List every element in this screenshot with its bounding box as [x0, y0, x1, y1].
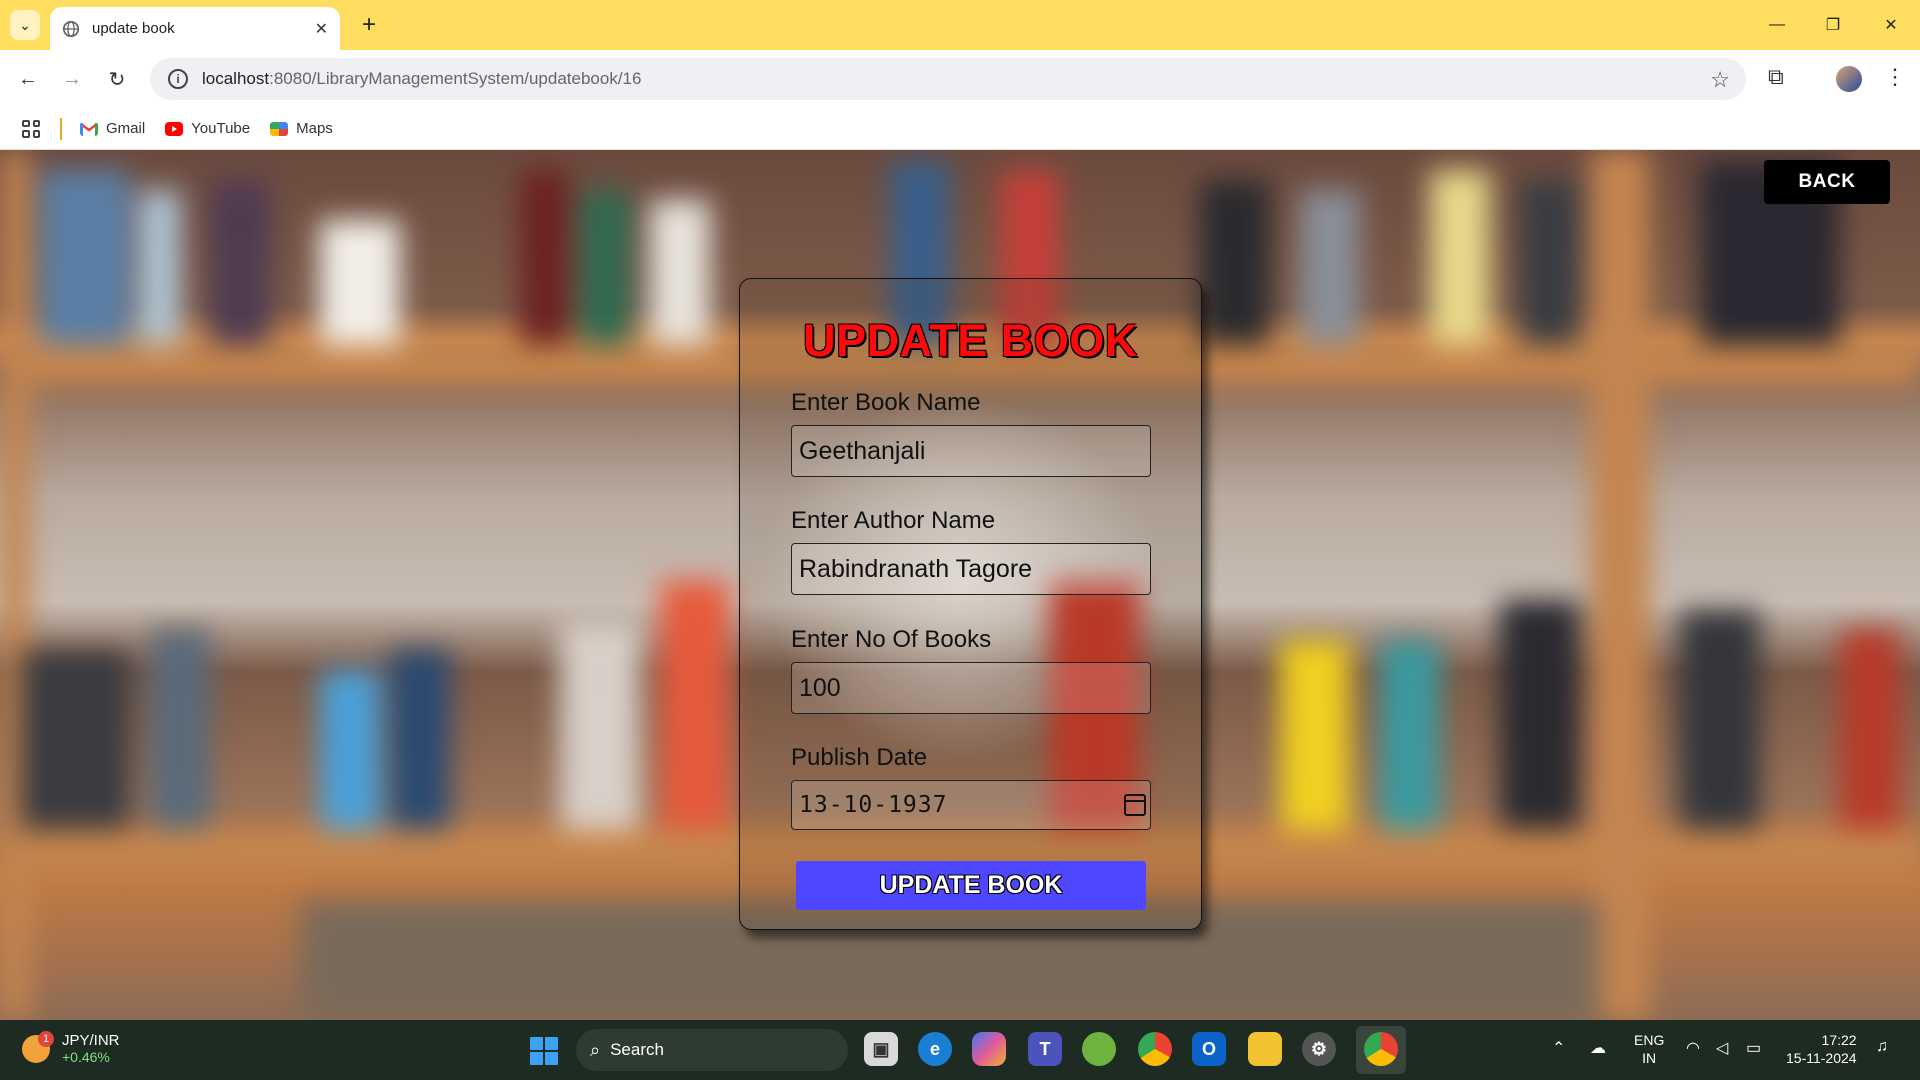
edge-icon[interactable]: e	[918, 1032, 952, 1066]
no-of-books-label: Enter No Of Books	[791, 626, 992, 653]
volume-icon[interactable]: ◁	[1716, 1038, 1728, 1058]
bookmarks-divider	[60, 117, 62, 140]
ticker-widget[interactable]: 1 JPY/INR +0.46%	[22, 1030, 120, 1065]
spring-tool-icon[interactable]	[1082, 1032, 1116, 1066]
update-book-form: UPDATE BOOK Enter Book Name Geethanjali …	[739, 278, 1202, 930]
windows-start-icon[interactable]	[530, 1037, 558, 1065]
task-view-icon[interactable]: ▣	[864, 1032, 898, 1066]
clock-time: 17:22	[1821, 1032, 1857, 1048]
author-name-input[interactable]: Rabindranath Tagore	[791, 543, 1151, 595]
gmail-icon	[80, 121, 98, 136]
browser-menu-icon[interactable]: ⋮	[1884, 64, 1906, 90]
notification-bell-icon[interactable]: ♫	[1876, 1038, 1888, 1056]
bookmark-youtube[interactable]: YouTube	[165, 120, 250, 137]
browser-toolbar: ← → ↻ i localhost:8080/LibraryManagement…	[0, 50, 1920, 108]
no-of-books-input[interactable]: 100	[791, 662, 1151, 714]
publish-date-label: Publish Date	[791, 744, 928, 771]
update-book-button[interactable]: UPDATE BOOK	[796, 861, 1146, 910]
teams-icon[interactable]: T	[1028, 1032, 1062, 1066]
maps-icon	[270, 121, 289, 136]
publish-date-input[interactable]: 13-10-1937	[791, 780, 1151, 830]
show-hidden-icons-icon[interactable]: ⌃	[1552, 1038, 1565, 1058]
taskbar-search[interactable]: ⌕ Search	[576, 1029, 848, 1071]
windows-taskbar: 1 JPY/INR +0.46% ⌕ Search ▣ e T O ⚙ ⌃ ☁ …	[0, 1020, 1920, 1080]
notification-badge: 1	[38, 1030, 54, 1047]
back-arrow-icon[interactable]: ←	[13, 64, 43, 94]
outlook-icon[interactable]: O	[1192, 1032, 1226, 1066]
bookmark-label: YouTube	[191, 120, 251, 137]
new-tab-button[interactable]: +	[354, 10, 384, 40]
page-viewport: BACK UPDATE BOOK Enter Book Name Geethan…	[0, 150, 1920, 1020]
youtube-icon	[165, 121, 184, 136]
settings-gear-icon[interactable]: ⚙	[1302, 1032, 1336, 1066]
url-path: :8080/LibraryManagementSystem/updatebook…	[269, 69, 642, 88]
globe-icon	[62, 20, 80, 37]
page-title: UPDATE BOOK	[803, 315, 1138, 366]
wifi-icon[interactable]: ◠	[1686, 1038, 1700, 1058]
ticker-change: +0.46%	[62, 1049, 110, 1065]
search-label: Search	[610, 1040, 664, 1059]
bookmark-label: Gmail	[106, 120, 146, 137]
apps-grid-icon[interactable]	[22, 119, 40, 138]
ticker-name: JPY/INR	[62, 1032, 120, 1049]
copilot-icon[interactable]	[972, 1032, 1006, 1066]
chrome-icon[interactable]	[1138, 1032, 1172, 1066]
extensions-icon[interactable]: ⧉	[1768, 64, 1784, 90]
browser-tab-active[interactable]: update book ✕	[50, 7, 340, 50]
book-name-input[interactable]: Geethanjali	[791, 425, 1151, 477]
forward-arrow-icon[interactable]: →	[57, 64, 87, 94]
language-indicator[interactable]: ENG IN	[1634, 1031, 1664, 1067]
bookmark-maps[interactable]: Maps	[270, 120, 333, 137]
reload-icon[interactable]: ↻	[102, 64, 132, 94]
system-clock[interactable]: 17:22 15-11-2024	[1786, 1031, 1857, 1067]
bookmark-label: Maps	[296, 120, 333, 137]
minimize-button[interactable]: —	[1750, 0, 1804, 50]
lang-bottom: IN	[1642, 1050, 1657, 1066]
bookmarks-bar: Gmail YouTube Maps	[0, 108, 1920, 150]
bookmark-gmail[interactable]: Gmail	[80, 120, 145, 137]
book-name-label: Enter Book Name	[791, 389, 981, 416]
profile-avatar[interactable]	[1836, 66, 1862, 92]
lang-top: ENG	[1634, 1032, 1665, 1048]
ticker-icon: 1	[22, 1030, 54, 1063]
calendar-icon[interactable]	[1124, 794, 1146, 816]
restore-button[interactable]: ❐	[1806, 0, 1860, 50]
chrome-active-icon[interactable]	[1364, 1032, 1398, 1066]
address-bar[interactable]: i localhost:8080/LibraryManagementSystem…	[150, 58, 1746, 100]
file-explorer-icon[interactable]	[1248, 1032, 1282, 1066]
battery-icon[interactable]: ▭	[1746, 1038, 1761, 1058]
browser-tabstrip: ⌄ update book ✕ + — ❐ ✕	[0, 0, 1920, 50]
site-info-icon[interactable]: i	[168, 69, 188, 89]
back-button[interactable]: BACK	[1764, 160, 1890, 204]
search-icon: ⌕	[590, 1039, 601, 1060]
close-tab-icon[interactable]: ✕	[315, 19, 328, 39]
tab-search-button[interactable]: ⌄	[10, 10, 40, 40]
url-host: localhost	[202, 69, 270, 88]
publish-date-value: 13-10-1937	[799, 792, 948, 818]
bookmark-star-icon[interactable]: ☆	[1710, 67, 1730, 93]
onedrive-icon[interactable]: ☁	[1590, 1038, 1606, 1058]
tab-title: update book	[92, 20, 175, 37]
author-name-label: Enter Author Name	[791, 507, 996, 534]
clock-date: 15-11-2024	[1786, 1050, 1857, 1066]
close-window-button[interactable]: ✕	[1864, 0, 1918, 50]
